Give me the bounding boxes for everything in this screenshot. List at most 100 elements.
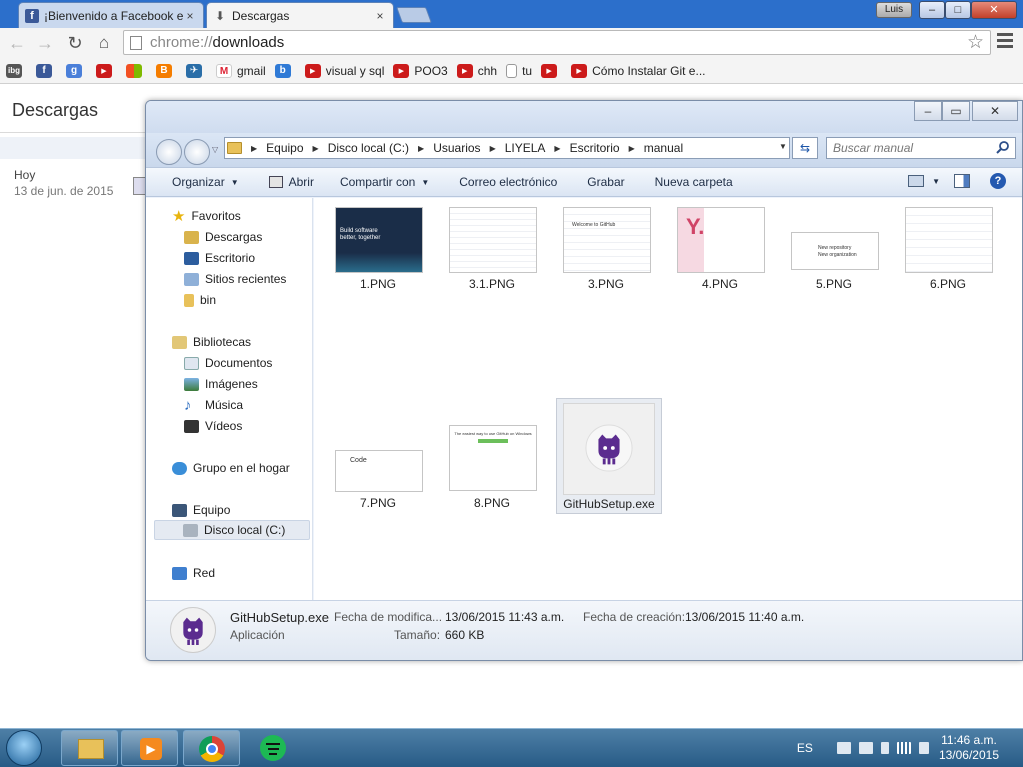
file-item[interactable]: Welcome to GitHub 3.PNG <box>554 204 658 300</box>
bookmark-item[interactable]: f <box>36 63 57 78</box>
bookmark-item[interactable]: g <box>66 63 87 78</box>
chevron-right-icon[interactable]: ▶ <box>251 144 257 153</box>
home-icon[interactable]: ⌂ <box>93 32 115 54</box>
nav-downloads[interactable]: Descargas <box>184 227 262 247</box>
nav-images[interactable]: Imágenes <box>184 374 258 394</box>
chrome-taskbar-button[interactable] <box>183 730 240 766</box>
reload-icon[interactable]: ↻ <box>64 32 86 54</box>
tab-downloads[interactable]: ⬇ Descargas × <box>206 2 394 28</box>
bookmark-chh[interactable]: chh <box>456 63 497 78</box>
minimize-button[interactable]: – <box>914 101 942 121</box>
chevron-right-icon[interactable]: ▶ <box>418 144 424 153</box>
breadcrumb-item[interactable]: Disco local (C:) <box>328 141 409 155</box>
nav-bin[interactable]: bin <box>184 290 216 310</box>
explorer-taskbar-button[interactable] <box>61 730 118 766</box>
preview-pane-icon[interactable] <box>954 174 970 188</box>
nav-music[interactable]: ♪ Música <box>184 395 243 415</box>
nav-videos[interactable]: Vídeos <box>184 416 242 436</box>
chevron-down-icon[interactable]: ▼ <box>932 177 940 186</box>
close-button[interactable]: ✕ <box>971 1 1017 19</box>
chrome-menu-icon[interactable] <box>997 33 1013 49</box>
file-item[interactable]: 3.1.PNG <box>440 204 544 300</box>
nav-recent[interactable]: Sitios recientes <box>184 269 286 289</box>
clock[interactable]: 11:46 a.m. 13/06/2015 <box>939 733 999 763</box>
nav-desktop[interactable]: Escritorio <box>184 248 255 268</box>
bookmark-poo3[interactable]: POO3 <box>393 63 448 78</box>
bookmark-item[interactable] <box>541 63 562 78</box>
tab-close-icon[interactable]: × <box>373 9 387 23</box>
breadcrumb-item[interactable]: Usuarios <box>433 141 480 155</box>
recent-pages-icon[interactable]: ▽ <box>212 145 218 154</box>
minimize-button[interactable]: – <box>919 1 945 19</box>
nav-computer[interactable]: Equipo <box>172 500 230 520</box>
file-item[interactable]: Y. 4.PNG <box>668 204 772 300</box>
nav-network[interactable]: Red <box>172 563 215 583</box>
nav-local-disk[interactable]: Disco local (C:) <box>154 520 310 540</box>
email-button[interactable]: Correo electrónico <box>459 175 557 189</box>
refresh-icon[interactable]: ⇆ <box>792 137 818 159</box>
action-center-icon[interactable] <box>858 742 873 754</box>
tab-facebook[interactable]: f ¡Bienvenido a Facebook e × <box>18 2 204 28</box>
new-folder-button[interactable]: Nueva carpeta <box>655 175 733 189</box>
bookmark-item[interactable]: b <box>274 63 296 78</box>
bookmark-item[interactable]: B <box>156 63 177 78</box>
bookmark-item[interactable]: ibg <box>6 63 27 78</box>
breadcrumb-item[interactable]: manual <box>644 141 683 155</box>
tab-close-icon[interactable]: × <box>183 9 197 23</box>
maximize-button[interactable]: □ <box>945 1 971 19</box>
help-icon[interactable]: ? <box>990 173 1006 189</box>
volume-icon[interactable] <box>918 742 929 754</box>
breadcrumb-item[interactable]: Equipo <box>266 141 303 155</box>
media-player-taskbar-button[interactable]: ▶ <box>121 730 178 766</box>
change-view-icon[interactable] <box>908 175 925 187</box>
windows-flag-icon[interactable] <box>836 742 851 754</box>
start-button[interactable] <box>6 730 42 766</box>
bookmark-gmail[interactable]: Mgmail <box>216 63 266 78</box>
file-item[interactable]: The easiest way to use GitHub on Windows… <box>440 398 544 510</box>
user-profile-button[interactable]: Luis <box>876 2 912 18</box>
bookmark-item[interactable] <box>126 63 147 78</box>
forward-icon[interactable] <box>184 139 210 165</box>
chevron-right-icon[interactable]: ▶ <box>490 144 496 153</box>
bookmark-item[interactable]: ✈ <box>186 63 207 78</box>
bookmark-visual-sql[interactable]: visual y sql <box>304 63 384 78</box>
file-item[interactable]: 6.PNG <box>896 204 1000 300</box>
file-item[interactable]: Build software better, together 1.PNG <box>326 204 430 300</box>
forward-icon[interactable]: → <box>34 32 56 54</box>
burn-button[interactable]: Grabar <box>587 175 624 189</box>
battery-icon[interactable] <box>880 742 889 754</box>
chevron-down-icon[interactable]: ▼ <box>779 142 787 151</box>
open-button[interactable]: Abrir <box>268 175 314 189</box>
file-item-selected[interactable]: GitHubSetup.exe <box>556 398 662 514</box>
breadcrumb[interactable]: ▶ Equipo ▶ Disco local (C:) ▶ Usuarios ▶… <box>224 137 790 159</box>
chevron-right-icon[interactable]: ▶ <box>313 144 319 153</box>
breadcrumb-item[interactable]: LIYELA <box>505 141 546 155</box>
address-bar[interactable]: chrome:// downloads <box>123 30 991 55</box>
bookmark-star-icon[interactable]: ☆ <box>967 31 984 54</box>
nav-favorites[interactable]: ★ Favoritos <box>172 206 241 226</box>
breadcrumb-item[interactable]: Escritorio <box>570 141 620 155</box>
close-button[interactable]: ✕ <box>972 101 1018 121</box>
bookmark-git[interactable]: Cómo Instalar Git e... <box>571 63 705 78</box>
maximize-button[interactable]: ▭ <box>942 101 970 121</box>
back-icon[interactable] <box>156 139 182 165</box>
back-icon[interactable]: ← <box>6 32 28 54</box>
chevron-right-icon[interactable]: ▶ <box>554 144 560 153</box>
file-item[interactable]: New repository New organization 5.PNG <box>782 204 886 300</box>
new-tab-button[interactable] <box>396 7 432 23</box>
bookmark-tu[interactable]: tu <box>506 63 532 78</box>
nav-libraries[interactable]: Bibliotecas <box>172 332 251 352</box>
search-icon[interactable] <box>996 140 1010 154</box>
organize-button[interactable]: Organizar ▼ <box>172 175 239 189</box>
nav-documents[interactable]: Documentos <box>184 353 272 373</box>
bookmark-item[interactable] <box>96 63 117 78</box>
nav-homegroup[interactable]: Grupo en el hogar <box>172 458 290 478</box>
google-plus-icon: g <box>66 63 82 78</box>
search-input[interactable]: Buscar manual <box>826 137 1016 159</box>
chevron-right-icon[interactable]: ▶ <box>629 144 635 153</box>
file-item[interactable]: Code 7.PNG <box>326 398 430 510</box>
network-signal-icon[interactable] <box>896 742 911 754</box>
spotify-taskbar-button[interactable] <box>260 735 286 761</box>
language-indicator[interactable]: ES <box>797 741 813 755</box>
share-button[interactable]: Compartir con ▼ <box>340 175 429 189</box>
